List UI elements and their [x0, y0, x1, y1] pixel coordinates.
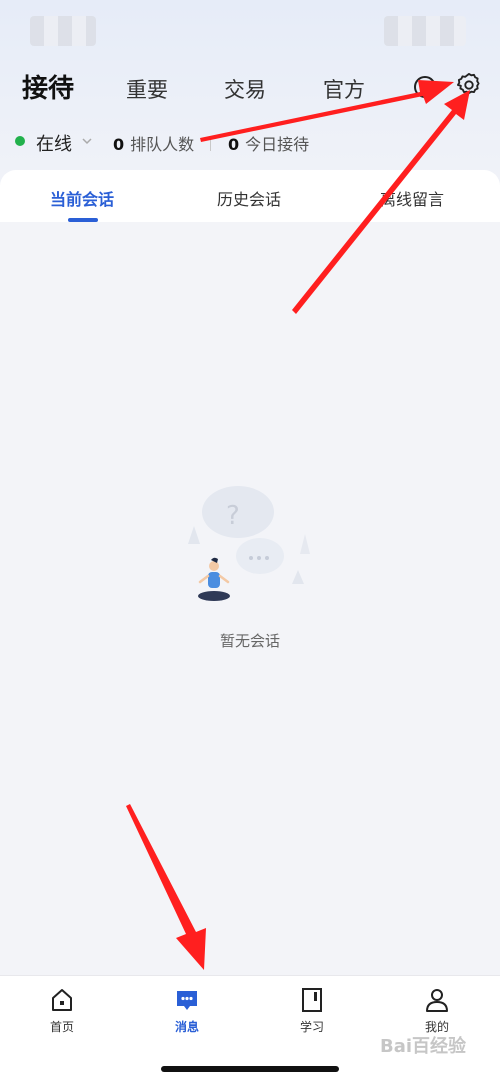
svg-text:?: ? — [226, 501, 240, 531]
book-icon — [302, 988, 322, 1012]
tab-offline-messages[interactable]: 离线留言 — [380, 186, 444, 210]
chevron-down-icon[interactable] — [80, 133, 94, 152]
tab-history-conversations[interactable]: 历史会话 — [217, 186, 281, 210]
online-status-label[interactable]: 在线 — [36, 130, 72, 156]
queue-count: 0 — [113, 135, 125, 154]
today-stat: 0 今日接待 — [228, 131, 309, 155]
conversation-tab-bar: 当前会话 历史会话 离线留言 — [0, 170, 500, 222]
chat-bubble-icon — [177, 991, 197, 1010]
online-status-dot — [15, 136, 25, 146]
nav-home-label: 首页 — [49, 1020, 74, 1034]
nav-mine[interactable]: 我的 — [397, 986, 477, 1035]
nav-home[interactable]: 首页 — [22, 986, 102, 1035]
status-bar-time-blurred — [30, 16, 96, 46]
nav-messages-label: 消息 — [174, 1020, 199, 1034]
nav-learn[interactable]: 学习 — [272, 986, 352, 1035]
status-bar-indicators-blurred — [384, 16, 466, 46]
tab-reception[interactable]: 接待 — [22, 68, 74, 105]
today-label: 今日接待 — [245, 135, 310, 154]
watermark: Bai百经验 — [380, 1036, 467, 1057]
agent-status-row: 在线 0 排队人数 0 今日接待 — [0, 126, 500, 156]
headset-icon[interactable] — [410, 72, 440, 102]
today-count: 0 — [228, 135, 240, 154]
nav-learn-label: 学习 — [299, 1020, 324, 1034]
tab-official[interactable]: 官方 — [323, 74, 365, 104]
user-icon — [426, 989, 448, 1012]
home-icon — [52, 989, 72, 1011]
tab-important[interactable]: 重要 — [126, 74, 168, 104]
queue-label: 排队人数 — [130, 135, 195, 154]
home-indicator[interactable] — [161, 1066, 339, 1072]
empty-conversation-illustration: ? — [188, 486, 310, 601]
queue-stat: 0 排队人数 — [113, 131, 194, 155]
tab-current-conversations[interactable]: 当前会话 — [50, 186, 114, 210]
settings-gear-icon[interactable] — [454, 70, 484, 100]
stat-divider — [210, 137, 211, 151]
conversation-list-area: ? 暂无会话 — [0, 222, 500, 975]
empty-state-text: 暂无会话 — [219, 632, 280, 650]
nav-messages[interactable]: 消息 — [147, 986, 227, 1035]
tab-trade[interactable]: 交易 — [224, 74, 266, 104]
